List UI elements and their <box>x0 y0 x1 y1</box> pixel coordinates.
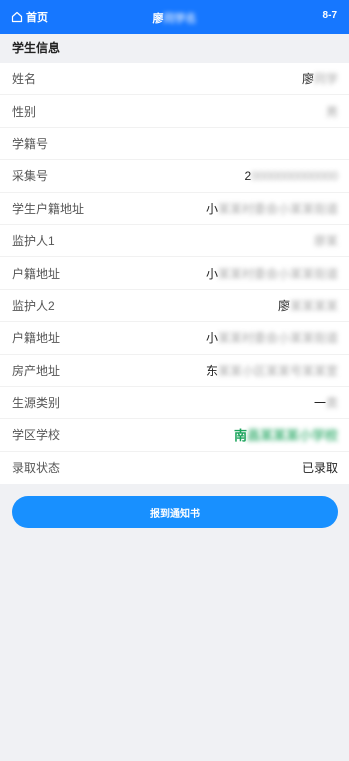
field-value-hidden: 男 <box>325 104 338 119</box>
field-value-visible: 廖 <box>277 298 290 313</box>
field-value: 小某某村委会小某某街道 <box>206 265 338 282</box>
field-label: 姓名 <box>12 72 37 87</box>
field-value-hidden: 昌某某某小学校 <box>246 428 338 444</box>
info-row: 监护人2 廖某某某某 <box>0 290 349 323</box>
info-row: 监护人1 廖某 <box>0 225 349 258</box>
field-label: 户籍地址 <box>12 266 61 281</box>
field-value-visible: 2 <box>244 168 252 183</box>
page-indicator: 8-7 <box>322 10 337 21</box>
info-row: 学生户籍地址 小某某村委会小某某街道 <box>0 193 349 225</box>
field-label: 户籍地址 <box>12 331 61 346</box>
info-row: 房产地址 东某某小区某某号某某室 <box>0 355 349 387</box>
info-row: 学区学校 南昌某某某小学校 <box>0 419 349 452</box>
field-value: 一类 <box>314 394 338 411</box>
field-value-hidden: 某某村委会小某某街道 <box>217 331 338 346</box>
info-row: 录取状态 已录取 <box>0 452 349 484</box>
info-row: 姓名 廖同学 <box>0 63 349 96</box>
field-value: 小某某村委会小某某街道 <box>206 200 338 217</box>
field-label: 监护人1 <box>12 234 55 249</box>
info-row: 学籍号 <box>0 128 349 161</box>
field-value-hidden: 类 <box>325 396 338 411</box>
field-value-hidden: 某某村委会小某某街道 <box>217 266 338 281</box>
info-row: 户籍地址 小某某村委会小某某街道 <box>0 322 349 355</box>
page-title: 廖同学名 <box>0 10 349 26</box>
page-title-hidden: 同学名 <box>163 13 197 25</box>
section-title: 学生信息 <box>0 34 349 63</box>
field-label: 房产地址 <box>12 363 61 378</box>
field-value: 廖某 <box>314 232 338 249</box>
field-value-hidden: 某某某某 <box>289 298 338 313</box>
field-value: 廖某某某某 <box>278 297 338 314</box>
field-value-visible: 小 <box>205 201 218 216</box>
field-value: 南昌某某某小学校 <box>234 425 338 444</box>
field-value-hidden: 某某村委会小某某街道 <box>217 201 338 216</box>
field-value-hidden: 某某小区某某号某某室 <box>217 363 338 378</box>
field-label: 监护人2 <box>12 298 55 313</box>
top-bar: 首页 廖同学名 8-7 <box>0 0 349 34</box>
field-label: 采集号 <box>12 169 49 184</box>
page-title-visible: 廖 <box>152 13 164 25</box>
info-row: 户籍地址 小某某村委会小某某街道 <box>0 257 349 290</box>
field-value-hidden: 同学 <box>313 72 338 87</box>
info-row: 性别 男 <box>0 95 349 128</box>
field-value-visible: 已录取 <box>301 461 338 476</box>
info-row: 采集号 20000000000000 <box>0 160 349 193</box>
field-label: 学生户籍地址 <box>12 201 85 216</box>
field-label: 学区学校 <box>12 428 61 443</box>
admission-notice-button[interactable]: 报到通知书 <box>12 496 338 529</box>
field-value-visible: 南 <box>233 428 247 444</box>
field-value: 20000000000000 <box>245 169 338 183</box>
field-value: 廖同学 <box>302 70 338 87</box>
field-value-visible: 一 <box>313 396 326 411</box>
field-label: 录取状态 <box>12 461 61 476</box>
info-list: 姓名 廖同学 性别男学籍号 采集号 20000000000000 学生户籍地址 小某某村委会… <box>0 63 349 485</box>
field-value: 已录取 <box>302 459 338 476</box>
field-value: 小某某村委会小某某街道 <box>206 329 338 346</box>
field-value-visible: 廖 <box>301 72 314 87</box>
field-value-visible: 东 <box>205 363 218 378</box>
field-value-visible: 小 <box>205 331 218 346</box>
field-label: 生源类别 <box>12 396 61 411</box>
field-value-hidden: 0000000000000 <box>251 168 338 183</box>
field-value: 东某某小区某某号某某室 <box>206 362 338 379</box>
field-value-visible: 小 <box>205 266 218 281</box>
info-row: 生源类别 一类 <box>0 387 349 420</box>
field-label: 性别 <box>12 104 37 119</box>
field-value: 男 <box>326 103 338 120</box>
field-label: 学籍号 <box>12 136 49 151</box>
field-value-hidden: 廖某 <box>313 234 338 249</box>
